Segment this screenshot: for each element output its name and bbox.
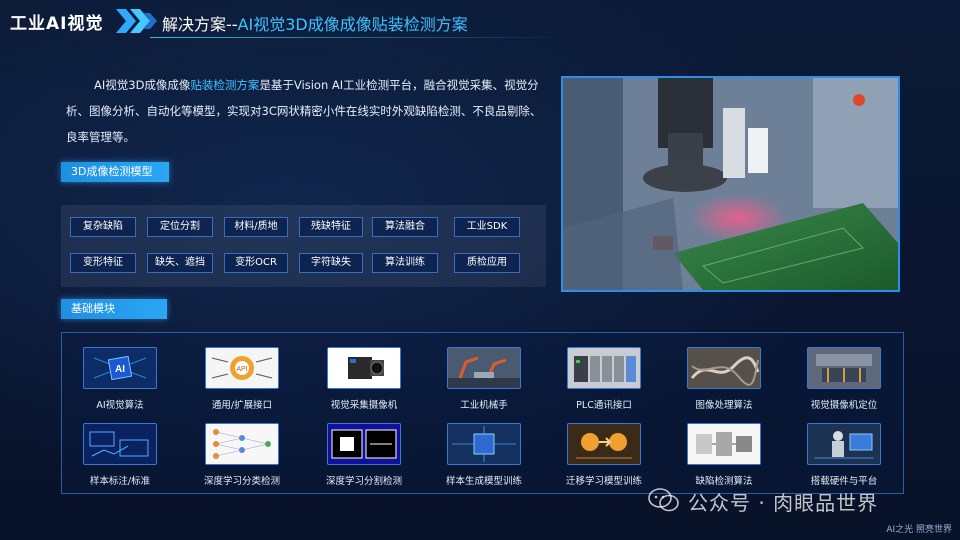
model-tag: 变形OCR	[224, 253, 288, 273]
hardware-platform-icon	[807, 423, 881, 465]
title-prefix: 解决方案--	[162, 15, 238, 34]
robot-arm-icon	[447, 347, 521, 389]
module-label: 缺陷检测算法	[695, 476, 753, 487]
module-label: AI视觉算法	[96, 400, 144, 411]
model-tag: 工业SDK	[454, 217, 520, 237]
transfer-learning-icon	[567, 423, 641, 465]
module-ai-algorithm: AI AI视觉算法	[70, 347, 170, 411]
neural-network-icon	[205, 423, 279, 465]
module-transfer-learning: 迁移学习模型训练	[554, 423, 654, 487]
header-underline	[150, 37, 570, 38]
intro-text-1: AI视觉3D成像成像	[94, 78, 191, 92]
svg-text:API: API	[236, 366, 247, 373]
model-tag: 材料/质地	[224, 217, 288, 237]
page-title: 解决方案--AI视觉3D成像成像贴装检测方案	[162, 11, 468, 35]
module-label: 样本标注/标准	[89, 476, 151, 487]
model-tag: 变形特征	[70, 253, 136, 273]
module-label: 样本生成模型训练	[445, 476, 522, 487]
inspection-scene-image	[563, 78, 898, 290]
ai-chip-icon: AI	[83, 347, 157, 389]
model-tag: 缺失、遮挡	[147, 253, 213, 273]
section-label-basic: 基础模块	[61, 299, 167, 319]
module-label: 视觉摄像机定位	[810, 400, 878, 411]
camera-positioning-icon	[807, 347, 881, 389]
module-api-interface: API 通用/扩展接口	[192, 347, 292, 411]
header: 工业AI视觉 解决方案--AI视觉3D成像成像贴装检测方案	[0, 0, 960, 44]
module-label: 视觉采集摄像机	[330, 400, 398, 411]
watermark-text: 公众号 · 肉眼品世界	[688, 491, 879, 515]
module-camera: 视觉采集摄像机	[314, 347, 414, 411]
intro-highlight: 贴装检测方案	[190, 78, 260, 92]
module-label: 通用/扩展接口	[211, 400, 273, 411]
module-label: 迁移学习模型训练	[565, 476, 642, 487]
module-robot-arm: 工业机械手	[434, 347, 534, 411]
brand-title: 工业AI视觉	[10, 14, 104, 34]
model-tag: 复杂缺陷	[70, 217, 136, 237]
chevron-right-icon	[116, 9, 157, 33]
model-tag: 残缺特征	[299, 217, 363, 237]
annotation-icon	[83, 423, 157, 465]
defect-detection-icon	[687, 423, 761, 465]
module-hardware-platform: 搭载硬件与平台	[794, 423, 894, 487]
image-processing-icon	[687, 347, 761, 389]
plc-icon	[567, 347, 641, 389]
sample-generation-icon	[447, 423, 521, 465]
model-tag: 质检应用	[454, 253, 520, 273]
module-plc: PLC通讯接口	[554, 347, 654, 411]
segmentation-icon	[327, 423, 401, 465]
inspection-photo	[561, 76, 900, 292]
title-highlight: AI视觉3D成像成像贴装检测方案	[237, 15, 468, 34]
module-sample-generation: 样本生成模型训练	[434, 423, 534, 487]
module-image-processing: 图像处理算法	[674, 347, 774, 411]
basic-module-panel: AI AI视觉算法 API 通用/扩展接口 视觉采集摄像机 工业机械手 PLC通…	[61, 332, 904, 494]
module-label: 工业机械手	[460, 400, 508, 411]
model-tag: 定位分割	[147, 217, 213, 237]
module-label: 搭载硬件与平台	[810, 476, 878, 487]
module-deep-classification: 深度学习分类检测	[192, 423, 292, 487]
module-camera-positioning: 视觉摄像机定位	[794, 347, 894, 411]
intro-paragraph: AI视觉3D成像成像贴装检测方案是基于Vision AI工业检测平台，融合视觉采…	[66, 72, 542, 150]
module-label: 图像处理算法	[695, 400, 753, 411]
model-tag: 算法训练	[372, 253, 438, 273]
camera-icon	[327, 347, 401, 389]
module-annotation: 样本标注/标准	[70, 423, 170, 487]
model-tag: 字符缺失	[299, 253, 363, 273]
api-gear-icon: API	[205, 347, 279, 389]
module-defect-detection: 缺陷检测算法	[674, 423, 774, 487]
module-label: PLC通讯接口	[576, 400, 632, 411]
module-label: 深度学习分类检测	[203, 476, 280, 487]
svg-text:AI: AI	[115, 364, 125, 375]
model-tag-panel: 复杂缺陷 定位分割 材料/质地 残缺特征 算法融合 工业SDK 变形特征 缺失、…	[61, 205, 546, 287]
model-tag: 算法融合	[372, 217, 438, 237]
footer-slogan: AI之光 照亮世界	[886, 525, 952, 535]
module-label: 深度学习分割检测	[325, 476, 402, 487]
wechat-icon	[648, 488, 679, 512]
module-deep-segmentation: 深度学习分割检测	[314, 423, 414, 487]
section-label-model: 3D成像检测模型	[61, 162, 169, 182]
